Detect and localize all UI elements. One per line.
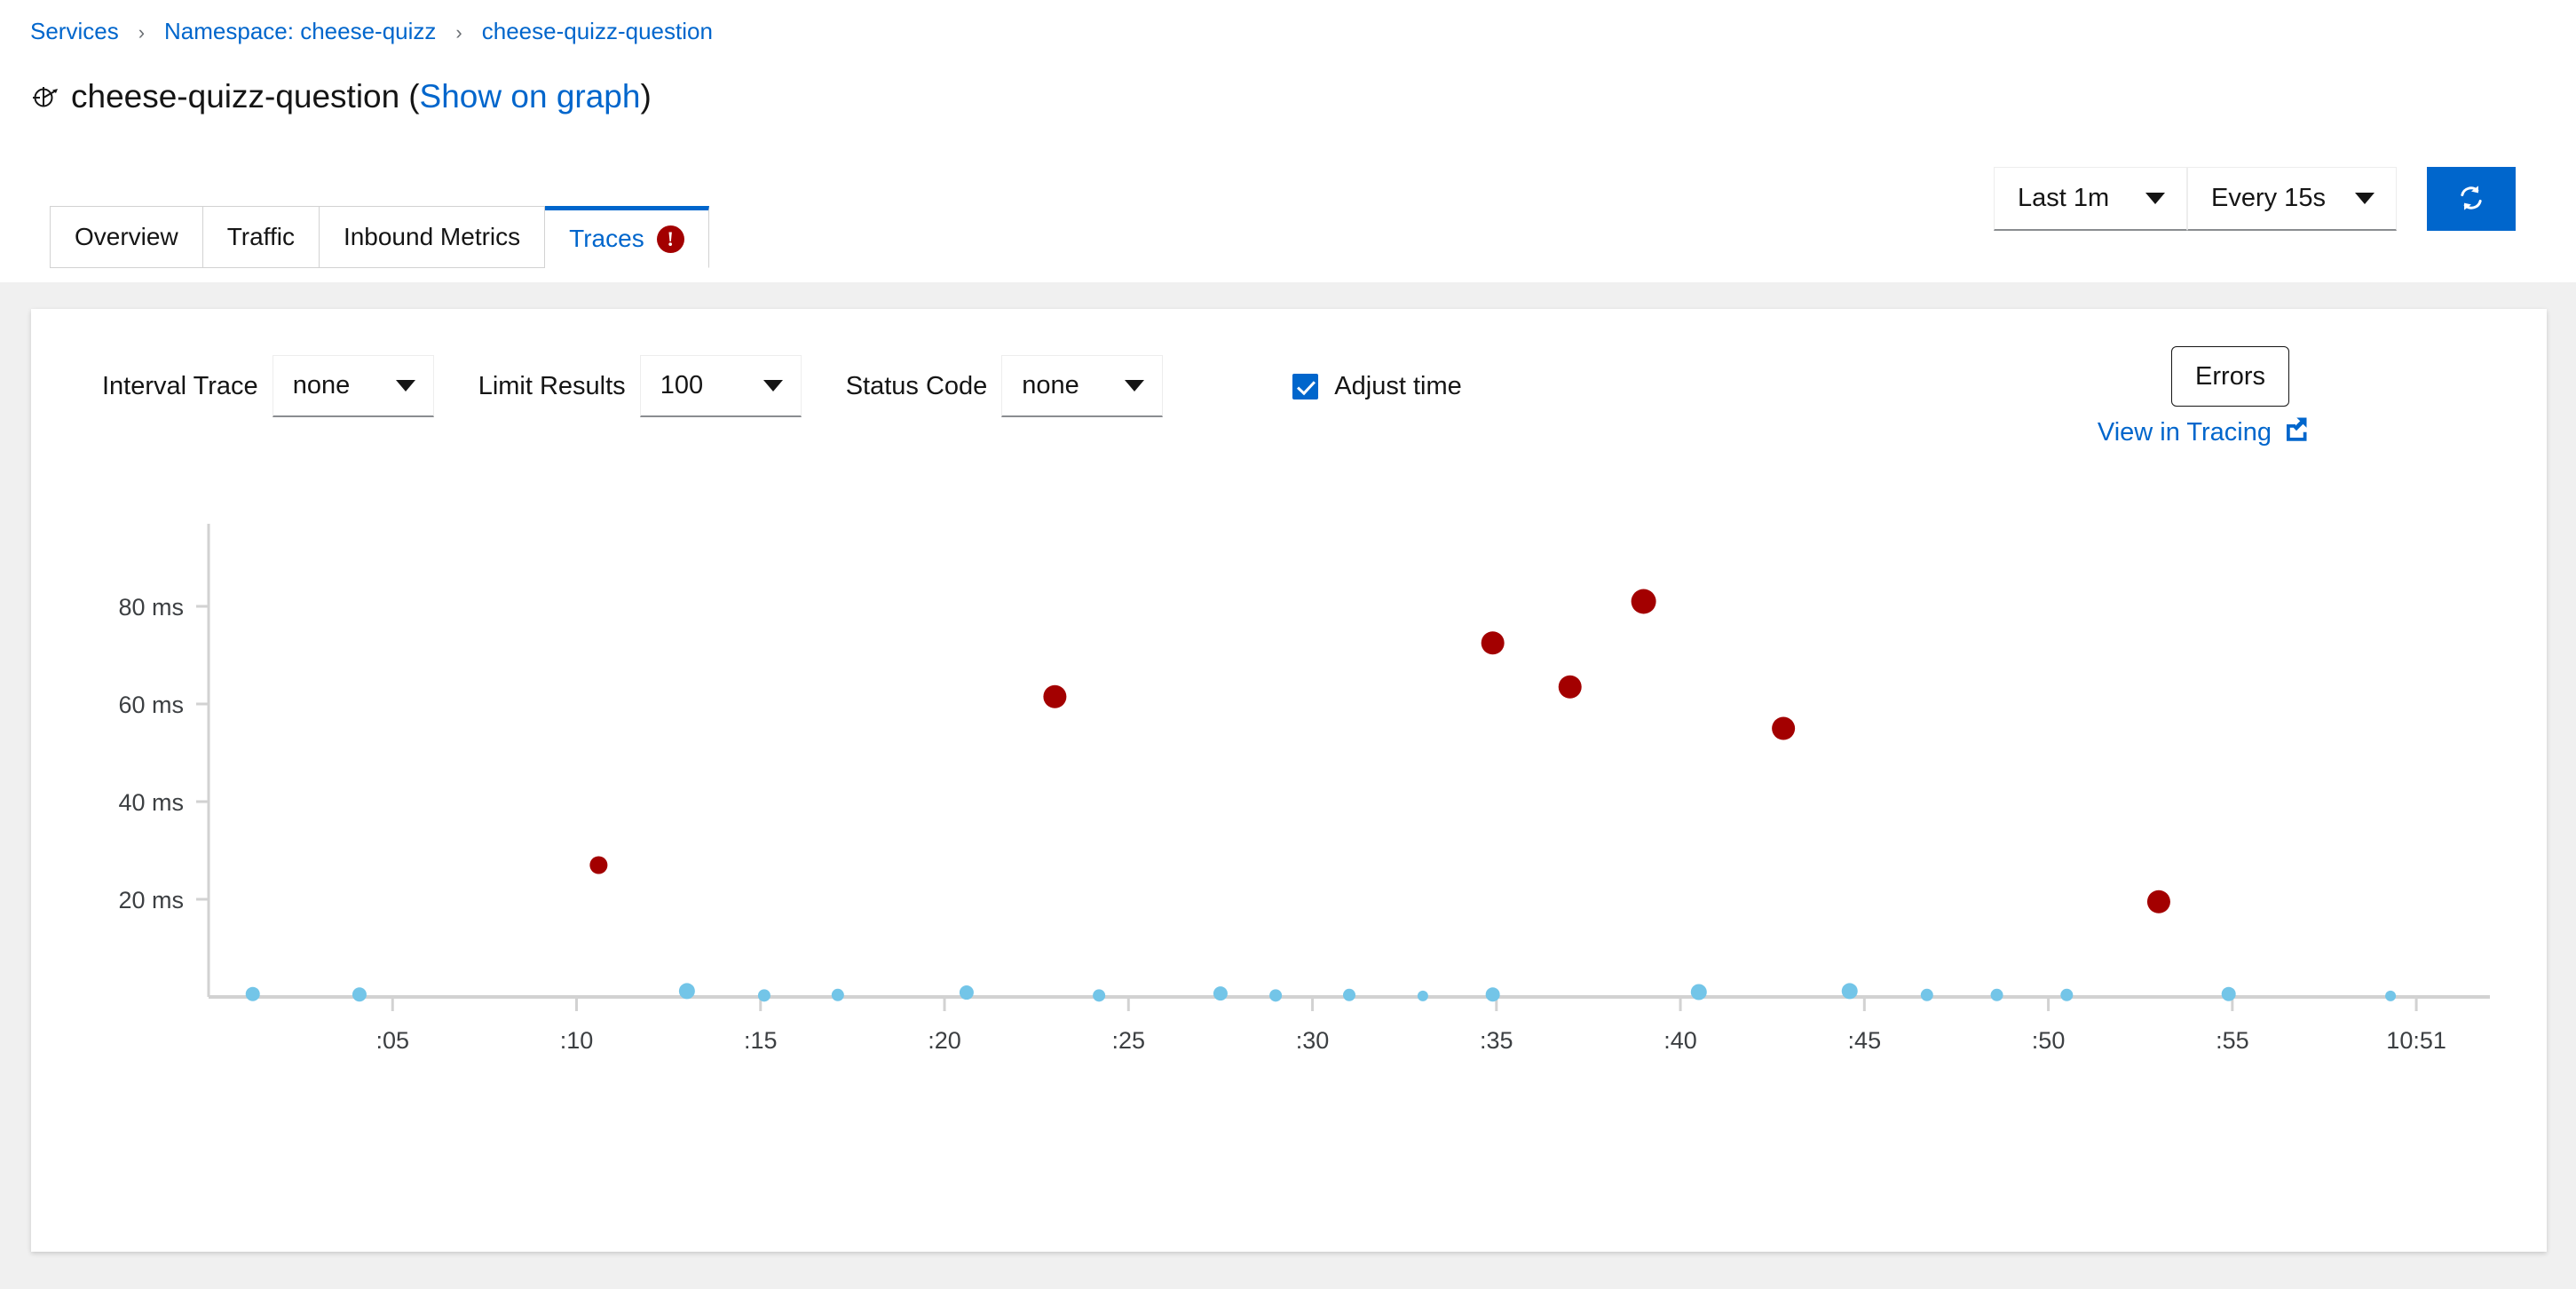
status-code-select[interactable]: none	[1001, 355, 1163, 417]
y-axis-tick-label: 20 ms	[118, 887, 184, 913]
trace-point[interactable]	[1343, 989, 1355, 1001]
time-range-value: Last 1m	[2018, 184, 2109, 213]
x-axis-tick-label: :20	[928, 1027, 961, 1054]
trace-point[interactable]	[2222, 987, 2236, 1001]
error-trace-point[interactable]	[1482, 631, 1505, 654]
refresh-button[interactable]	[2427, 167, 2516, 231]
limit-results-select[interactable]: 100	[640, 355, 802, 417]
traces-scatter-chart[interactable]: 20 ms 40 ms 60 ms 80 ms :05 :10 :15 :20 :25 :30 :3…	[31, 513, 2547, 1135]
service-node-icon	[30, 82, 60, 112]
external-link-icon	[2282, 415, 2309, 449]
trace-point[interactable]	[1991, 989, 2003, 1001]
trace-point[interactable]	[1213, 986, 1228, 1000]
x-axis-tick-label: :35	[1480, 1027, 1513, 1054]
sync-icon	[2456, 183, 2486, 216]
trace-point[interactable]	[246, 987, 260, 1001]
error-badge-icon: !	[657, 225, 684, 253]
traces-card: Interval Trace none Limit Results 100 St…	[31, 309, 2547, 1252]
x-axis-tick-label: :45	[1848, 1027, 1882, 1054]
breadcrumb-item-services[interactable]: Services	[30, 18, 119, 45]
interval-trace-label: Interval Trace	[102, 372, 258, 401]
traces-toolbar: Interval Trace none Limit Results 100 St…	[102, 355, 1462, 417]
y-axis-tick-label: 60 ms	[118, 692, 184, 718]
x-axis-tick-label: :05	[375, 1027, 409, 1054]
error-trace-point[interactable]	[1043, 685, 1066, 708]
view-in-tracing-link[interactable]: View in Tracing	[2098, 415, 2309, 449]
time-range-select[interactable]: Last 1m	[1994, 167, 2187, 231]
trace-point[interactable]	[960, 985, 974, 1000]
x-axis-tick-label: :30	[1296, 1027, 1330, 1054]
refresh-interval-value: Every 15s	[2211, 184, 2326, 213]
x-axis-tick-label: :10	[560, 1027, 594, 1054]
breadcrumb-item-service[interactable]: cheese-quizz-question	[482, 18, 713, 45]
tab-traffic[interactable]: Traffic	[203, 206, 320, 268]
trace-point[interactable]	[1486, 987, 1500, 1001]
chevron-down-icon	[2145, 193, 2165, 204]
tab-overview-label: Overview	[75, 223, 178, 251]
breadcrumb-item-namespace[interactable]: Namespace: cheese-quizz	[164, 18, 436, 45]
breadcrumb-separator-icon: ›	[138, 23, 145, 43]
breadcrumb-separator-icon: ›	[455, 23, 462, 43]
tab-list: Overview Traffic Inbound Metrics Traces …	[50, 206, 709, 268]
time-controls: Last 1m Every 15s	[1994, 167, 2516, 231]
tab-inbound-metrics[interactable]: Inbound Metrics	[320, 206, 545, 268]
trace-point[interactable]	[1093, 989, 1105, 1001]
view-in-tracing-label: View in Tracing	[2098, 418, 2272, 447]
paren-open: (	[408, 78, 419, 115]
trace-point[interactable]	[1691, 985, 1707, 1000]
refresh-interval-select[interactable]: Every 15s	[2187, 167, 2397, 231]
errors-button[interactable]: Errors	[2171, 346, 2289, 407]
trace-point[interactable]	[1842, 983, 1858, 999]
error-trace-point[interactable]	[589, 857, 607, 874]
error-trace-point[interactable]	[1559, 676, 1582, 699]
tab-traffic-label: Traffic	[227, 223, 295, 251]
tab-inbound-metrics-label: Inbound Metrics	[344, 223, 520, 251]
paren-close: )	[640, 78, 651, 115]
chevron-down-icon	[396, 380, 415, 391]
trace-point[interactable]	[1921, 989, 1933, 1001]
show-on-graph-link[interactable]: Show on graph	[420, 78, 641, 115]
chevron-down-icon	[763, 380, 783, 391]
x-axis-tick-label: :25	[1112, 1027, 1146, 1054]
interval-trace-select[interactable]: none	[273, 355, 434, 417]
status-code-label: Status Code	[846, 372, 988, 401]
x-axis-tick-label: :40	[1663, 1027, 1697, 1054]
error-trace-point[interactable]	[2147, 890, 2170, 913]
chevron-down-icon	[2355, 193, 2375, 204]
page-title-text: cheese-quizz-question	[71, 78, 399, 115]
adjust-time-checkbox[interactable]	[1292, 374, 1318, 399]
trace-point[interactable]	[679, 983, 695, 999]
y-axis-tick-label: 80 ms	[118, 594, 184, 621]
trace-point[interactable]	[758, 989, 770, 1001]
limit-results-label: Limit Results	[478, 372, 626, 401]
errors-button-label: Errors	[2195, 362, 2265, 391]
chevron-down-icon	[1125, 380, 1144, 391]
tab-overview[interactable]: Overview	[50, 206, 203, 268]
page-root: Services › Namespace: cheese-quizz › che…	[0, 0, 2576, 1289]
x-axis-tick-label: :15	[744, 1027, 778, 1054]
trace-point[interactable]	[2385, 991, 2396, 1001]
status-code-value: none	[1022, 371, 1079, 400]
trace-point[interactable]	[832, 989, 844, 1001]
page-title: cheese-quizz-question ( Show on graph )	[30, 78, 652, 115]
tab-traces[interactable]: Traces !	[545, 206, 709, 268]
adjust-time-control[interactable]: Adjust time	[1292, 372, 1461, 401]
trace-point[interactable]	[1418, 991, 1428, 1001]
trace-point[interactable]	[352, 987, 367, 1001]
adjust-time-label: Adjust time	[1334, 372, 1461, 401]
trace-point[interactable]	[2060, 989, 2073, 1001]
x-axis-tick-label: :50	[2032, 1027, 2066, 1054]
error-trace-point[interactable]	[1632, 589, 1656, 614]
limit-results-value: 100	[660, 371, 703, 400]
breadcrumb: Services › Namespace: cheese-quizz › che…	[30, 18, 713, 45]
interval-trace-value: none	[293, 371, 351, 400]
trace-point[interactable]	[1269, 989, 1282, 1001]
x-axis-tick-label: 10:51	[2386, 1027, 2446, 1054]
x-axis-tick-label: :55	[2216, 1027, 2249, 1054]
tab-traces-label: Traces	[569, 225, 644, 253]
y-axis-tick-label: 40 ms	[118, 789, 184, 816]
error-trace-point[interactable]	[1772, 717, 1795, 740]
